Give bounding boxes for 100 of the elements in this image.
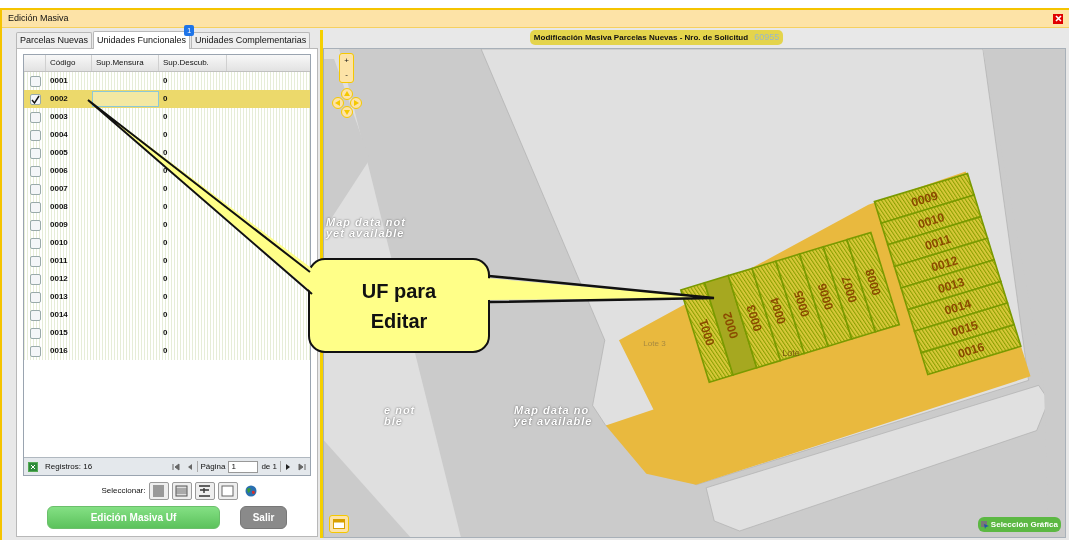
table-cell: 0: [163, 256, 168, 265]
row-checkbox[interactable]: [29, 291, 41, 303]
parcel-label: 0011: [923, 231, 953, 253]
parcel-label: 0007: [838, 274, 861, 305]
row-checkbox[interactable]: [29, 345, 41, 357]
row-checkbox[interactable]: [29, 309, 41, 321]
window-title: Edición Masiva: [8, 11, 69, 25]
record-count: Registros: 16: [45, 460, 93, 473]
table-row[interactable]: 0004 0: [24, 126, 310, 144]
table-cell: 0013: [50, 292, 68, 301]
table-cell: 0: [163, 94, 168, 103]
parcel-label: 0001: [696, 317, 718, 348]
table-row[interactable]: 0016 0: [24, 342, 310, 360]
table-cell: 0: [163, 346, 168, 355]
first-page-icon[interactable]: [171, 462, 180, 471]
column-header[interactable]: Sup.Mensura: [96, 57, 144, 69]
table-cell: 0015: [50, 328, 68, 337]
close-icon: [1054, 15, 1062, 22]
lot-label: Lote: [782, 348, 800, 359]
parcel-label: 0005: [791, 288, 813, 319]
parcel-label: 0009: [909, 188, 940, 210]
select-none-button[interactable]: [217, 482, 238, 500]
row-checkbox[interactable]: [29, 255, 41, 267]
parcel-label: 0015: [949, 318, 980, 340]
select-alternate-button[interactable]: [171, 482, 192, 500]
input-field[interactable]: [92, 91, 159, 107]
close-button[interactable]: [1053, 13, 1063, 24]
select-all-button[interactable]: [148, 482, 169, 500]
table-cell: 0: [163, 310, 168, 319]
row-checkbox[interactable]: [29, 219, 41, 231]
table-row[interactable]: 0011 0: [24, 252, 310, 270]
parcel-label: 0008: [862, 267, 884, 297]
tab[interactable]: Unidades Complementarias: [191, 32, 311, 48]
page-field[interactable]: 1: [228, 460, 259, 473]
tab[interactable]: Parcelas Nuevas: [16, 32, 93, 48]
table-cell: 0: [163, 184, 168, 193]
row-checkbox[interactable]: [29, 111, 41, 123]
page-label: Página: [200, 460, 226, 473]
parcel-label: 0012: [929, 253, 960, 275]
table-cell: 0012: [50, 274, 68, 283]
zoom-in-button[interactable]: +: [344, 54, 349, 68]
table-row[interactable]: 0014 0: [24, 306, 310, 324]
window-icon: [333, 519, 345, 529]
table-cell: 0: [163, 220, 168, 229]
row-checkbox[interactable]: [29, 273, 41, 285]
table-cell: 0: [163, 130, 168, 139]
table-row[interactable]: 0002 0: [24, 90, 310, 108]
last-page-icon[interactable]: [298, 462, 306, 471]
parcel-label: 0006: [815, 281, 837, 312]
cursor-icon: [980, 520, 989, 529]
request-number: 60955: [754, 30, 780, 44]
table-cell: 0016: [50, 346, 68, 355]
column-header[interactable]: Código: [50, 57, 76, 69]
table-row[interactable]: 0013 0: [24, 288, 310, 306]
table-cell: 0011: [50, 256, 68, 265]
globe-icon[interactable]: [244, 485, 257, 497]
square-icon: [221, 485, 234, 497]
check-icon: [30, 94, 40, 104]
table-cell: 0: [163, 238, 168, 247]
table-row[interactable]: 0006 0: [24, 162, 310, 180]
parcel-label: 0013: [936, 274, 967, 297]
table-row[interactable]: 0009 0: [24, 216, 310, 234]
header-title: Modificación Masiva Parcelas Nuevas - Nro. de Solicitud: [533, 31, 749, 44]
table-row[interactable]: 0003 0: [24, 108, 310, 126]
table-cell: 0: [163, 292, 168, 301]
table-cell: 0: [163, 328, 168, 337]
table-cell: 0: [163, 76, 168, 85]
row-checkbox[interactable]: [29, 147, 41, 159]
column-header[interactable]: Sup.Descub.: [163, 57, 209, 69]
table-cell: 0006: [50, 166, 68, 175]
row-checkbox[interactable]: [29, 327, 41, 339]
row-checkbox[interactable]: [29, 93, 41, 105]
table-row[interactable]: 0005 0: [24, 144, 310, 162]
table-cell: 0: [163, 148, 168, 157]
table-row[interactable]: 0010 0: [24, 234, 310, 252]
page-total: de 1: [261, 460, 277, 473]
table-cell: 0003: [50, 112, 68, 121]
layers-button[interactable]: [329, 515, 349, 533]
table-cell: 0001: [50, 76, 68, 85]
row-checkbox[interactable]: [29, 201, 41, 213]
table-cell: 0007: [50, 184, 68, 193]
row-checkbox[interactable]: [29, 183, 41, 195]
parcel-label: 0014: [942, 296, 973, 318]
table-cell: 0: [163, 274, 168, 283]
select-label: Seleccionar:: [101, 485, 146, 497]
table-cell: 0: [163, 112, 168, 121]
table-row[interactable]: 0007 0: [24, 180, 310, 198]
table-row[interactable]: 0001 0: [24, 72, 310, 90]
row-checkbox[interactable]: [29, 165, 41, 177]
row-checkbox[interactable]: [29, 237, 41, 249]
table-row[interactable]: 0015 0: [24, 324, 310, 342]
export-excel-icon[interactable]: [28, 461, 38, 472]
select-range-button[interactable]: [194, 482, 215, 500]
row-checkbox[interactable]: [29, 75, 41, 87]
row-checkbox[interactable]: [29, 129, 41, 141]
parcel-label: 0002: [720, 310, 742, 341]
next-page-icon[interactable]: [284, 462, 292, 471]
table-cell: 0014: [50, 310, 68, 319]
table-row[interactable]: 0008 0: [24, 198, 310, 216]
table-cell: 0: [163, 166, 168, 175]
